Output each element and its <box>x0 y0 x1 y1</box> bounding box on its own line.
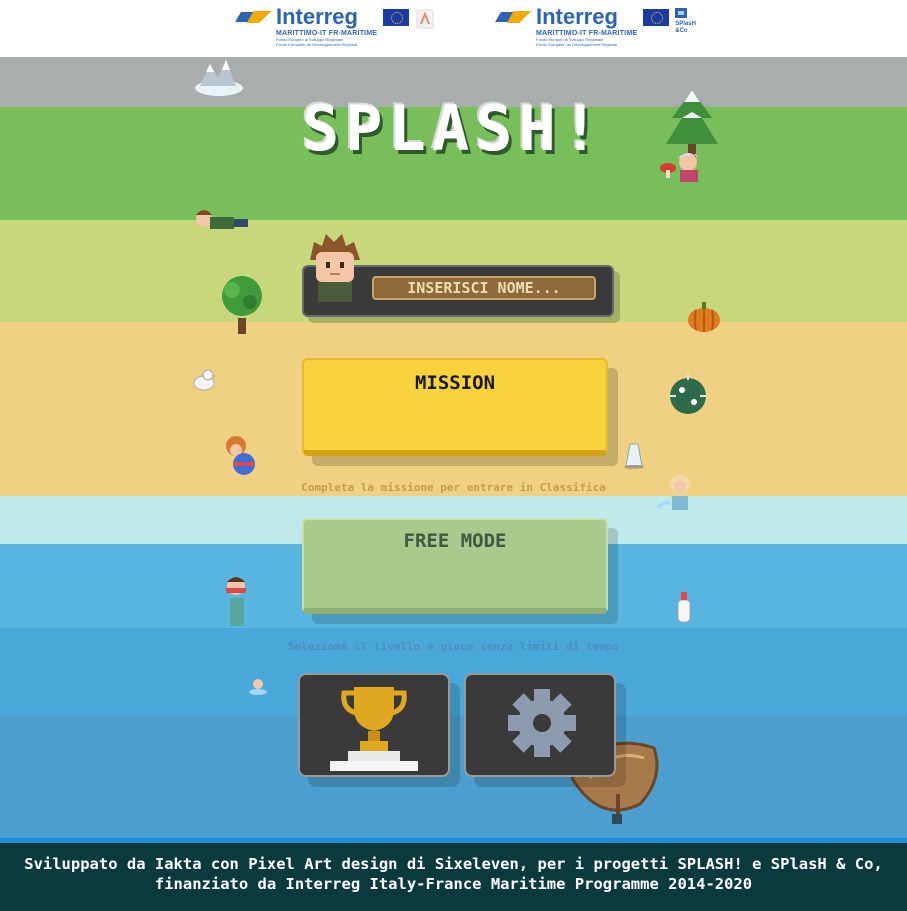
bush-tree-icon <box>222 276 262 334</box>
interreg-logo-right: Interreg MARITTIMO-IT FR-MARITIME Fondo … <box>496 4 696 50</box>
free-mode-hint: Seleziona il livello e gioca senza limit… <box>287 640 620 653</box>
credits-line: finanziato da Interreg Italy-France Mari… <box>154 875 753 893</box>
game-title: SPLASH! <box>301 92 606 165</box>
splash-project-icon <box>415 8 435 34</box>
player-avatar <box>310 234 360 302</box>
mission-button[interactable]: MISSION <box>302 358 608 456</box>
cactus-ball-icon <box>670 374 706 414</box>
player-name-input[interactable] <box>372 276 596 300</box>
pumpkin-icon <box>688 302 720 332</box>
swimmer-icon <box>226 577 246 626</box>
free-mode-button[interactable]: FREE MODE <box>302 518 608 614</box>
splash-co-icon <box>675 8 688 18</box>
credits-footer: Sviluppato da Iakta con Pixel Art design… <box>0 838 907 911</box>
interreg-brand: Interreg <box>536 4 618 29</box>
interreg-program: MARITTIMO-IT FR-MARITIME <box>276 30 378 37</box>
trophy-icon <box>330 687 418 771</box>
mission-label: MISSION <box>414 372 496 394</box>
small-swimmer-icon <box>249 679 267 695</box>
beach-girl-icon <box>226 436 255 475</box>
header-logos: Interreg MARITTIMO-IT FR-MARITIME Fondo … <box>0 0 907 58</box>
interreg-program: MARITTIMO-IT FR-MARITIME <box>536 30 638 37</box>
interreg-brand: Interreg <box>276 4 358 29</box>
eu-flag-icon <box>643 9 670 26</box>
gear-icon <box>508 689 576 757</box>
interreg-fund-line: Fonds Européen de Développement Régional <box>536 42 618 47</box>
splash-co-logo: SPlasH &Co <box>675 8 696 34</box>
eu-flag-icon <box>383 9 410 26</box>
buoy-bottle-icon <box>677 592 691 623</box>
seagull-icon <box>193 369 217 391</box>
beach-vase-icon <box>624 443 644 469</box>
credits-line: Sviluppato da Iakta con Pixel Art design… <box>24 855 883 873</box>
free-mode-label: FREE MODE <box>403 530 507 552</box>
interreg-fund-line: Fonds Européen de Développement Régional <box>276 42 358 47</box>
interreg-logo-left: Interreg MARITTIMO-IT FR-MARITIME Fondo … <box>236 6 435 50</box>
leaderboard-button[interactable] <box>298 673 450 777</box>
interreg-mark-icon <box>496 10 532 26</box>
mission-hint: Completa la missione per entrare in Clas… <box>301 481 606 494</box>
band-water-deep <box>0 716 907 838</box>
interreg-mark-icon <box>236 10 272 26</box>
settings-button[interactable] <box>464 673 616 777</box>
resting-boy-icon <box>196 210 248 229</box>
splash-co-label: SPlasH &Co <box>675 21 696 34</box>
